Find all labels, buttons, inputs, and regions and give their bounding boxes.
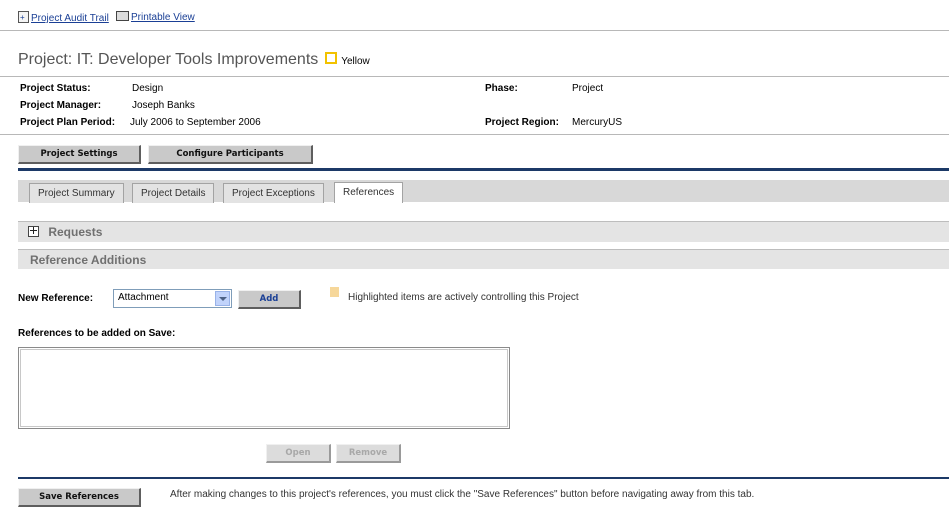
region-value: MercuryUS	[572, 117, 623, 128]
save-note: After making changes to this project's r…	[170, 489, 755, 500]
region-label: Project Region:	[485, 117, 559, 128]
manager-value: Joseph Banks	[132, 100, 195, 111]
expand-icon[interactable]	[28, 226, 39, 237]
top-divider	[0, 30, 949, 31]
save-references-button[interactable]: Save References	[18, 488, 141, 507]
project-settings-button[interactable]: Project Settings	[18, 145, 141, 164]
reference-additions-header: Reference Additions	[18, 249, 949, 269]
footer-divider	[18, 477, 949, 479]
tab-project-details[interactable]: Project Details	[132, 183, 215, 203]
status-square-icon	[324, 52, 337, 64]
plan-period-label: Project Plan Period:	[20, 117, 116, 128]
status-label: Project Status:	[20, 83, 91, 94]
chevron-down-icon[interactable]	[215, 291, 230, 306]
audit-trail-link[interactable]: Project Audit Trail	[31, 13, 109, 24]
audit-trail-icon[interactable]: +	[18, 11, 29, 23]
open-button[interactable]: Open	[266, 444, 331, 463]
highlight-legend-text: Highlighted items are actively controlli…	[348, 292, 579, 303]
page-title: Project: IT: Developer Tools Improvement…	[18, 51, 319, 68]
tab-project-exceptions[interactable]: Project Exceptions	[223, 183, 324, 203]
phase-value: Project	[572, 83, 604, 94]
highlight-legend-swatch	[330, 287, 339, 297]
references-to-add-label: References to be added on Save:	[18, 328, 176, 339]
references-listbox[interactable]	[18, 347, 510, 429]
manager-label: Project Manager:	[20, 100, 102, 111]
tab-references[interactable]: References	[334, 182, 404, 203]
requests-section-title: Requests	[48, 225, 103, 239]
requests-section-header[interactable]: Requests	[18, 221, 949, 242]
reference-type-select[interactable]: Attachment	[113, 289, 232, 308]
status-value: Design	[132, 83, 164, 94]
title-divider	[0, 76, 949, 77]
reference-type-value: Attachment	[118, 292, 169, 303]
page-title-row: Project: IT: Developer Tools Improvement…	[18, 51, 370, 69]
printable-view-link-group[interactable]: Printable View	[116, 11, 195, 23]
status-color-label: Yellow	[341, 56, 370, 67]
tab-project-summary[interactable]: Project Summary	[29, 183, 124, 203]
configure-participants-button[interactable]: Configure Participants	[148, 145, 313, 164]
fields-divider	[0, 134, 949, 135]
reference-additions-title: Reference Additions	[30, 253, 147, 267]
add-button[interactable]: Add	[238, 290, 301, 309]
remove-button[interactable]: Remove	[336, 444, 401, 463]
phase-label: Phase:	[485, 83, 518, 94]
tabs-divider	[18, 168, 949, 171]
tab-bar: Project Summary Project Details Project …	[18, 180, 949, 203]
audit-trail-link-group[interactable]: + Project Audit Trail	[18, 11, 109, 24]
printer-icon[interactable]	[116, 11, 129, 21]
plan-period-value: July 2006 to September 2006	[130, 117, 261, 128]
printable-view-link[interactable]: Printable View	[131, 12, 195, 23]
new-reference-label: New Reference:	[18, 293, 94, 304]
